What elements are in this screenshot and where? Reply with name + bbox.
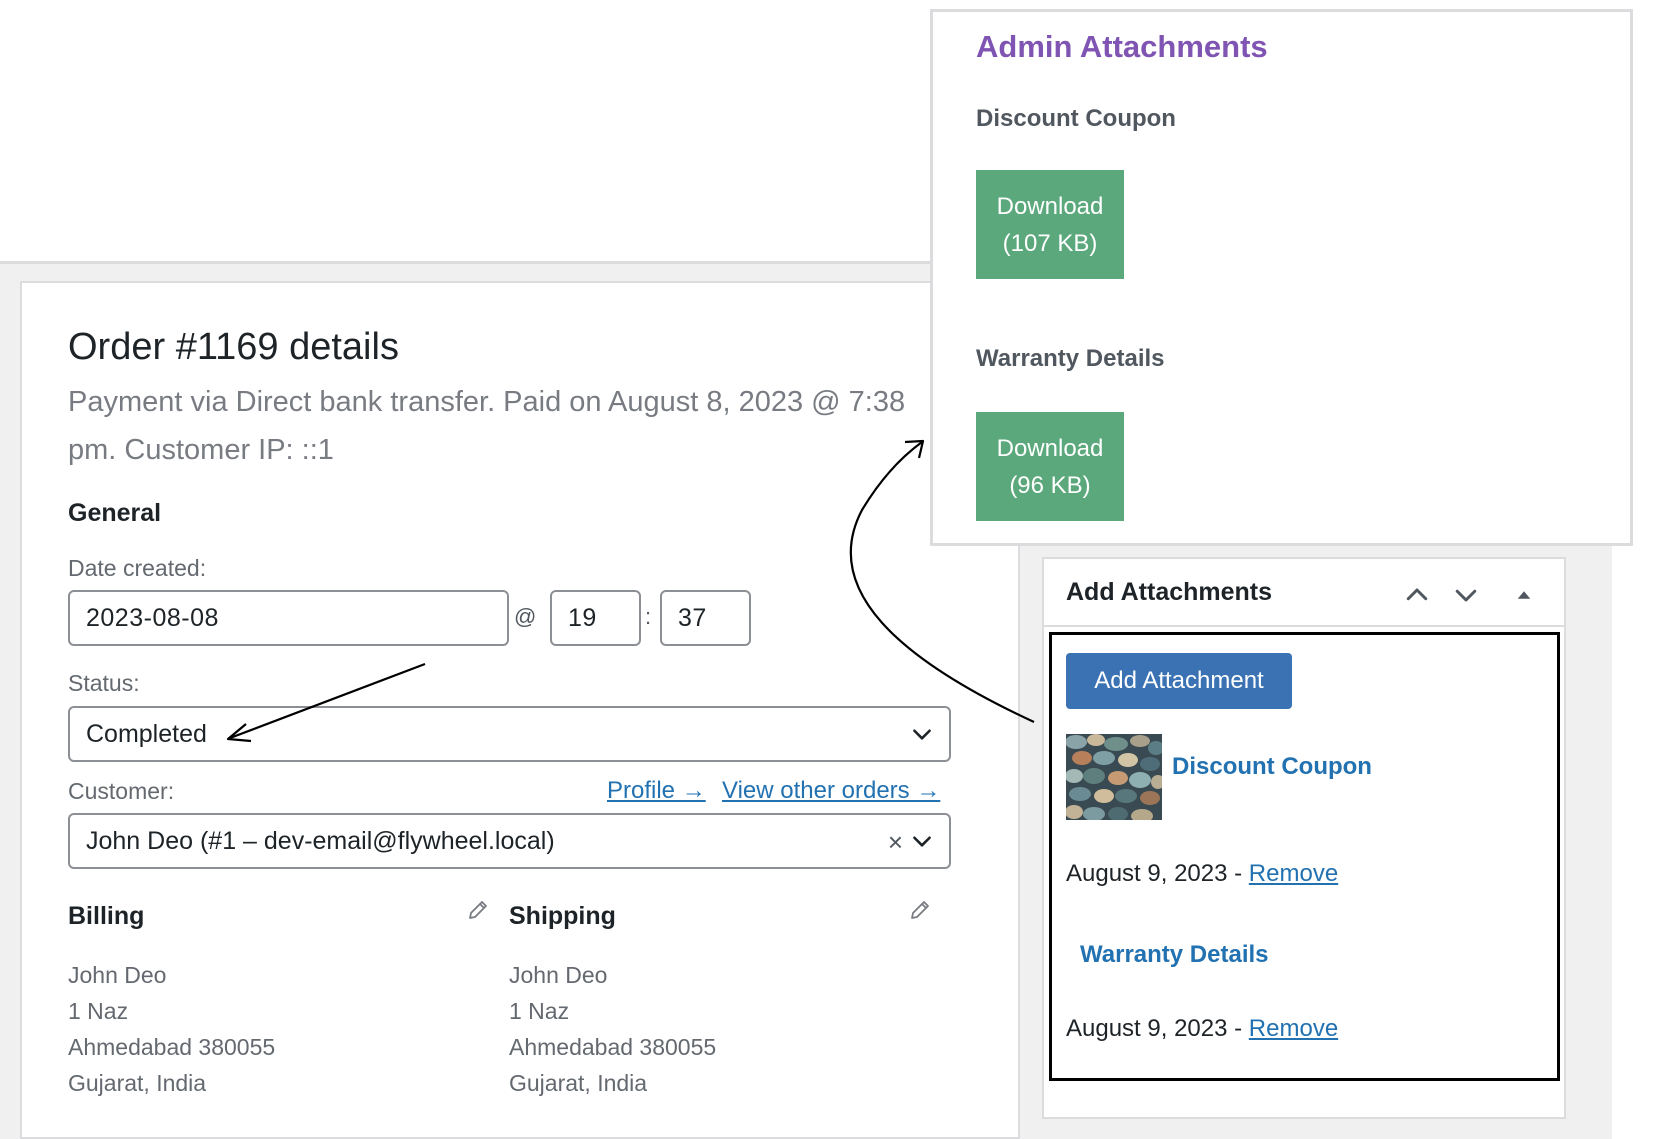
attachment-heading-warranty-details: Warranty Details	[976, 345, 1165, 372]
chevron-up-icon[interactable]	[1402, 580, 1432, 610]
metabox-title: Add Attachments	[1066, 578, 1273, 606]
attachment-date-row: August 9, 2023 - Remove	[1066, 1015, 1338, 1043]
address-line: Gujarat, India	[509, 1070, 648, 1096]
status-label: Status:	[68, 670, 140, 696]
status-select[interactable]: Completed	[68, 706, 951, 762]
download-label: Download	[996, 192, 1104, 220]
address-line: 1 Naz	[509, 998, 570, 1024]
address-line: John Deo	[68, 962, 167, 988]
metabox-divider	[1044, 625, 1564, 627]
address-line: John Deo	[509, 962, 608, 988]
shipping-heading: Shipping	[509, 902, 616, 930]
remove-link[interactable]: Remove	[1249, 1015, 1338, 1042]
download-button-warranty-details[interactable]: Download (96 KB)	[976, 412, 1124, 521]
date-separator: -	[1227, 860, 1249, 887]
attachment-link-warranty-details[interactable]: Warranty Details	[1080, 941, 1269, 969]
download-label: Download	[996, 434, 1104, 462]
triangle-up-icon[interactable]	[1509, 580, 1539, 610]
customer-label: Customer:	[68, 778, 175, 804]
attachment-date-row: August 9, 2023 - Remove	[1066, 860, 1338, 888]
status-value: Completed	[86, 719, 207, 748]
attachment-date: August 9, 2023	[1066, 1015, 1228, 1042]
chevron-down-icon	[913, 729, 931, 740]
page-title: Order #1169 details	[68, 326, 399, 368]
profile-link[interactable]: Profile →	[607, 777, 706, 805]
chevron-down-icon	[913, 836, 931, 847]
attachment-thumbnail[interactable]	[1066, 734, 1162, 826]
date-separator: -	[1227, 1015, 1249, 1042]
shipping-address: John Deo 1 Naz Ahmedabad 380055 Gujarat,…	[509, 957, 716, 1101]
payment-info: Payment via Direct bank transfer. Paid o…	[68, 386, 906, 466]
attachment-date: August 9, 2023	[1066, 860, 1228, 887]
admin-attachments-title: Admin Attachments	[976, 29, 1268, 64]
address-line: Gujarat, India	[68, 1070, 207, 1096]
general-heading: General	[68, 499, 162, 527]
colon-separator: :	[645, 604, 652, 629]
address-line: 1 Naz	[68, 998, 129, 1024]
date-created-input[interactable]: 2023-08-08	[68, 590, 509, 646]
attachment-link-discount-coupon[interactable]: Discount Coupon	[1172, 753, 1372, 781]
file-size: (96 KB)	[1009, 471, 1091, 499]
minute-input[interactable]: 37	[660, 590, 751, 646]
file-size: (107 KB)	[1002, 229, 1098, 257]
hour-input[interactable]: 19	[550, 590, 641, 646]
customer-value: John Deo (#1 – dev-email@flywheel.local)	[86, 826, 555, 855]
date-created-label: Date created:	[68, 555, 207, 581]
billing-address: John Deo 1 Naz Ahmedabad 380055 Gujarat,…	[68, 957, 275, 1101]
address-line: Ahmedabad 380055	[68, 1034, 276, 1060]
customer-select[interactable]: John Deo (#1 – dev-email@flywheel.local)…	[68, 813, 951, 869]
address-line: Ahmedabad 380055	[509, 1034, 717, 1060]
attachment-heading-discount-coupon: Discount Coupon	[976, 105, 1176, 132]
pencil-icon[interactable]	[466, 898, 490, 922]
add-attachment-button[interactable]: Add Attachment	[1066, 653, 1292, 709]
clear-icon[interactable]: ×	[888, 827, 903, 858]
download-button-discount-coupon[interactable]: Download (107 KB)	[976, 170, 1124, 279]
view-other-orders-link[interactable]: View other orders →	[722, 777, 940, 805]
pencil-icon[interactable]	[908, 898, 932, 922]
remove-link[interactable]: Remove	[1249, 860, 1338, 887]
at-separator: @	[514, 604, 537, 629]
billing-heading: Billing	[68, 902, 145, 930]
chevron-down-icon[interactable]	[1451, 580, 1481, 610]
